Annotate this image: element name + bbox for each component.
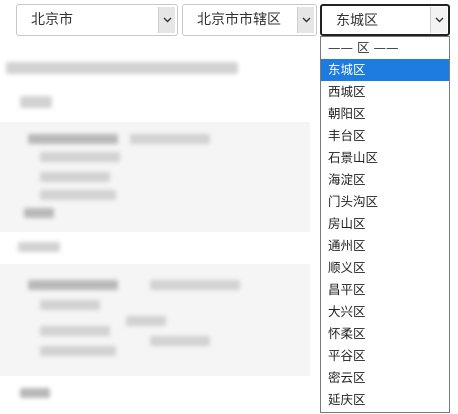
dropdown-option[interactable]: 密云区 bbox=[321, 367, 449, 389]
blurred-text bbox=[6, 62, 238, 74]
blurred-text bbox=[18, 242, 60, 252]
district-select-value: 东城区 bbox=[336, 13, 378, 29]
dropdown-option[interactable]: 石景山区 bbox=[321, 147, 449, 169]
blurred-text bbox=[28, 134, 118, 144]
blurred-text bbox=[130, 134, 210, 144]
dropdown-option[interactable]: 大兴区 bbox=[321, 301, 449, 323]
city-select[interactable]: 北京市市辖区 bbox=[182, 4, 317, 36]
dropdown-option[interactable]: 通州区 bbox=[321, 235, 449, 257]
blurred-text bbox=[40, 152, 120, 162]
dropdown-option[interactable]: 丰台区 bbox=[321, 125, 449, 147]
chevron-down-icon[interactable] bbox=[158, 7, 175, 33]
dropdown-option[interactable]: 昌平区 bbox=[321, 279, 449, 301]
dropdown-option[interactable]: 门头沟区 bbox=[321, 191, 449, 213]
dropdown-option[interactable]: 西城区 bbox=[321, 81, 449, 103]
district-select[interactable]: 东城区 bbox=[320, 4, 450, 36]
dropdown-option[interactable]: 东城区 bbox=[321, 59, 449, 81]
blurred-text bbox=[126, 316, 166, 326]
blurred-text bbox=[20, 388, 50, 398]
chevron-down-icon[interactable] bbox=[297, 7, 314, 33]
blurred-text bbox=[40, 300, 100, 310]
blurred-text bbox=[150, 280, 240, 290]
blurred-text bbox=[150, 336, 210, 346]
dropdown-option[interactable]: 怀柔区 bbox=[321, 323, 449, 345]
dropdown-option[interactable]: 延庆区 bbox=[321, 389, 449, 411]
blurred-text bbox=[28, 280, 118, 290]
blurred-text bbox=[40, 346, 116, 356]
blurred-text bbox=[40, 326, 110, 336]
chevron-down-icon[interactable] bbox=[430, 7, 447, 33]
dropdown-placeholder-option[interactable]: —— 区 —— bbox=[321, 37, 449, 59]
district-dropdown-list[interactable]: —— 区 —— 东城区 西城区 朝阳区 丰台区 石景山区 海淀区 门头沟区 房山区 通州区 顺义区昌… bbox=[320, 36, 450, 413]
dropdown-option[interactable]: 房山区 bbox=[321, 213, 449, 235]
dropdown-option[interactable]: 朝阳区 bbox=[321, 103, 449, 125]
blurred-text bbox=[20, 96, 52, 108]
dropdown-option[interactable]: 顺义区 bbox=[321, 257, 449, 279]
dropdown-option[interactable]: 海淀区 bbox=[321, 169, 449, 191]
province-select[interactable]: 北京市 bbox=[16, 4, 178, 36]
dropdown-option[interactable]: 平谷区 bbox=[321, 345, 449, 367]
province-select-value: 北京市 bbox=[31, 12, 73, 28]
blurred-text bbox=[24, 208, 54, 218]
blurred-text bbox=[40, 172, 110, 182]
city-select-value: 北京市市辖区 bbox=[197, 12, 281, 28]
blurred-text bbox=[40, 190, 116, 200]
